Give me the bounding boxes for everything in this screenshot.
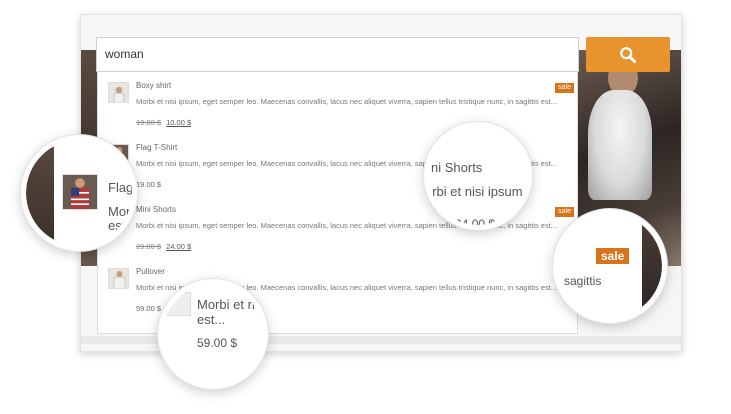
zoom-product-description: orbi et nisi ipsum, e	[429, 184, 527, 199]
current-price: 59.00 $	[136, 304, 162, 313]
zoom-product-thumbnail	[167, 292, 191, 316]
current-price: 10.00 $	[166, 118, 192, 127]
product-name[interactable]: Pullover	[136, 267, 165, 276]
product-thumbnail	[108, 268, 129, 289]
sale-badge: sale	[555, 207, 574, 217]
zoom-sale-badge: sale	[596, 248, 630, 264]
sale-badge: sale	[555, 83, 574, 93]
product-price: 59.00 $	[136, 304, 161, 313]
product-price: 29.00 $ 24.00 $	[136, 242, 191, 251]
zoom-product-name: Flag	[108, 180, 132, 195]
product-thumbnail	[108, 82, 129, 103]
product-name[interactable]: Flag T-Shirt	[136, 143, 177, 152]
zoom-lens-sale-badge: sale sagittis	[553, 209, 667, 323]
search-button[interactable]	[586, 37, 670, 72]
zoom-product-description-continued: est...	[197, 312, 226, 327]
zoom-product-description-continued: est	[108, 218, 126, 233]
zoom-background-image	[642, 214, 662, 318]
product-price: 19.00 $	[136, 180, 161, 189]
zoom-lens-shorts-item: ni Shorts orbi et nisi ipsum, e $ 24.00 …	[424, 122, 532, 230]
zoom-lens-pullover-item: Morbi et ni est... 59.00 $	[158, 279, 268, 389]
zoom-product-price: $ 24.00 $	[445, 217, 496, 225]
product-price: 19.00 $ 10.00 $	[136, 118, 191, 127]
zoom-product-thumbnail	[62, 174, 98, 210]
zoom-product-description: Morb	[108, 204, 132, 219]
zoom-product-price: 59.00 $	[197, 336, 238, 350]
zoom-product-name: ni Shorts	[431, 160, 483, 175]
product-name[interactable]: Mini Shorts	[136, 205, 176, 214]
search-input[interactable]: woman	[96, 37, 579, 72]
current-price: 24.00 $	[166, 242, 192, 251]
zoom-product-description: sagittis	[564, 274, 602, 288]
old-price: 19.00 $	[136, 118, 162, 127]
zoom-lens-flag-item: Flag Morb est	[21, 135, 137, 251]
current-price: 19.00 $	[136, 180, 162, 189]
suggestion-item-boxy-shirt[interactable]: Boxy shirt Morbi et nisi ipsum, eget sem…	[98, 72, 578, 134]
zoom-background-image	[26, 140, 54, 246]
search-icon	[620, 46, 637, 63]
product-name[interactable]: Boxy shirt	[136, 81, 171, 90]
product-description: Morbi et nisi ipsum, eget semper leo. Ma…	[136, 97, 558, 106]
zoom-product-description: Morbi et ni	[197, 297, 258, 312]
old-price: 29.00 $	[136, 242, 162, 251]
